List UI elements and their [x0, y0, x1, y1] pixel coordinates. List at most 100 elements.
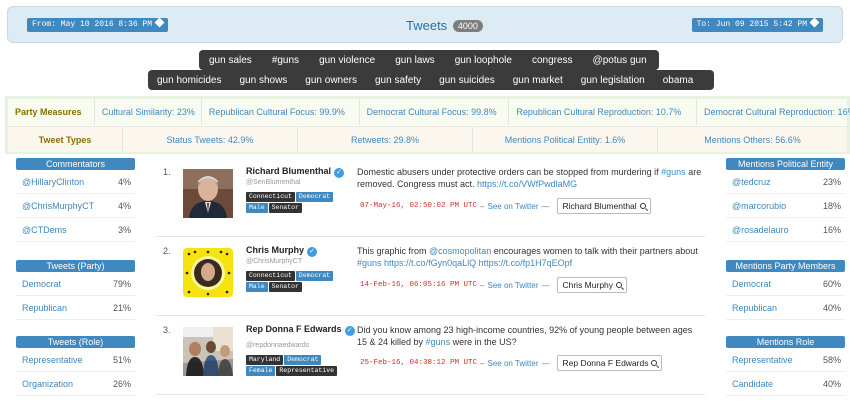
separator: — [541, 201, 550, 211]
user-tag: Connecticut [246, 192, 295, 202]
panel-row-label[interactable]: @rosadelauro [732, 225, 789, 235]
user-name-text[interactable]: Rep Donna F Edwards [246, 324, 342, 334]
panel-row[interactable]: Representative 58% [726, 348, 845, 372]
see-on-twitter-link[interactable]: See on Twitter [487, 359, 538, 368]
panel-row-label[interactable]: @tedcruz [732, 177, 771, 187]
panel-row[interactable]: @HillaryClinton 4% [16, 170, 135, 194]
tweet-text: Domestic abusers under protective orders… [357, 166, 702, 190]
see-on-twitter-link[interactable]: See on Twitter [487, 281, 538, 290]
search-user-label: Chris Murphy [562, 280, 614, 290]
keyword-chip[interactable]: gun loophole [445, 55, 522, 66]
page-title: Tweets 4000 [406, 18, 483, 33]
keyword-chip[interactable]: gun homicides [148, 75, 230, 86]
user-tag: Representative [276, 366, 338, 376]
avatar[interactable] [183, 248, 233, 297]
tweet-date: 07-May-16, 02:50:02 PM UTC [360, 202, 478, 210]
panel-row-label[interactable]: @ChrisMurphyCT [22, 201, 94, 211]
party-measure-item: Republican Cultural Focus: 99.9% [202, 99, 360, 125]
panel-row-label[interactable]: Democrat [732, 279, 771, 289]
user-tags: Connecticut Democrat Male Senator [246, 192, 346, 213]
tweet-text-segment: Domestic abusers under protective orders… [357, 167, 662, 177]
to-date-tag[interactable]: To: Jun 09 2015 5:42 PM [691, 17, 823, 32]
panel-row-label[interactable]: Candidate [732, 379, 773, 389]
panel-row[interactable]: Democrat 79% [16, 272, 135, 296]
tweet-date: 14-Feb-16, 06:05:16 PM UTC [360, 281, 478, 289]
search-user-button[interactable]: Chris Murphy [557, 277, 628, 293]
user-name-text[interactable]: Richard Blumenthal [246, 166, 331, 176]
search-user-button[interactable]: Richard Blumenthal [557, 198, 651, 214]
tweet-types-row: Tweet Types Status Tweets: 42.9% Retweets:… [8, 126, 847, 152]
panel-row[interactable]: @tedcruz 23% [726, 170, 845, 194]
to-date-label: To: Jun 09 2015 5:42 PM [696, 20, 807, 29]
tweet-text-segment: Did you know among 23 high-income countr… [357, 325, 693, 347]
panel-row[interactable]: Representative 51% [16, 348, 135, 372]
panel-row-value: 3% [117, 224, 131, 235]
panel-title: Commentators [16, 158, 135, 170]
stats-panel: Commentators @HillaryClinton 4% @ChrisMurph… [16, 158, 135, 242]
panel-row[interactable]: Republican 21% [16, 296, 135, 320]
tweet-meta: 14-Feb-16, 06:05:16 PM UTC – See on Twitte… [360, 277, 628, 293]
tweet-item: 1. Richard Blumenthal ✓ @SenBlumenthal Conne… [157, 159, 705, 237]
panel-row[interactable]: @marcorubio 18% [726, 194, 845, 218]
tweet-link[interactable]: https://t.co/fGyn0qaLlQ [384, 258, 476, 268]
keyword-chip[interactable]: gun shows [230, 75, 296, 86]
tweet-link[interactable]: #guns [357, 258, 382, 268]
panel-row-label[interactable]: @HillaryClinton [22, 177, 84, 187]
tweet-text: Did you know among 23 high-income countr… [357, 324, 702, 348]
panel-row[interactable]: Organization 26% [16, 372, 135, 396]
panel-row-value: 51% [112, 354, 131, 365]
user-tag: Senator [268, 203, 302, 213]
avatar[interactable] [183, 169, 233, 218]
panel-row-label[interactable]: @CTDems [22, 225, 67, 235]
keyword-chip[interactable]: gun violence [309, 55, 385, 66]
panel-row-label[interactable]: Republican [732, 303, 777, 313]
keyword-chip[interactable]: obama [654, 75, 703, 86]
tweet-link[interactable]: #guns [661, 167, 686, 177]
from-date-tag[interactable]: From: May 10 2016 8:36 PM [27, 17, 169, 32]
panel-row[interactable]: @ChrisMurphyCT 4% [16, 194, 135, 218]
separator: — [541, 280, 550, 290]
panel-row[interactable]: Democrat 60% [726, 272, 845, 296]
tweet-link[interactable]: https://t.co/fp1H7qEOpf [479, 258, 573, 268]
panel-row[interactable]: @CTDems 3% [16, 218, 135, 242]
party-measures-row: Party Measures Cultural Similarity: 23% Re… [8, 99, 850, 125]
panel-row-label[interactable]: Democrat [22, 279, 61, 289]
keyword-chip[interactable]: gun safety [366, 75, 430, 86]
verified-icon: ✓ [307, 247, 318, 257]
panel-row-label[interactable]: Representative [22, 355, 83, 365]
avatar[interactable] [183, 327, 233, 376]
panel-row[interactable]: Republican 40% [726, 296, 845, 320]
keyword-chip[interactable]: gun laws [385, 55, 444, 66]
panel-row[interactable]: Candidate 40% [726, 372, 845, 396]
keyword-chip[interactable]: gun owners [296, 75, 366, 86]
keyword-chip[interactable]: gun suicides [430, 75, 504, 86]
panel-row-label[interactable]: Republican [22, 303, 67, 313]
tweet-link[interactable]: @cosmopolitan [429, 246, 491, 256]
user-name[interactable]: Chris Murphy ✓ [246, 245, 318, 257]
user-name-text[interactable]: Chris Murphy [246, 245, 304, 255]
tweet-link[interactable]: https://t.co/VWfPwdlaMG [477, 179, 577, 189]
title-text: Tweets [406, 18, 448, 33]
panel-row-label[interactable]: @marcorubio [732, 201, 786, 211]
see-on-twitter-link[interactable]: See on Twitter [487, 202, 538, 211]
party-measure-item: Republican Cultural Reproduction: 10.7% [509, 99, 697, 125]
panel-row-value: 40% [822, 378, 841, 389]
keyword-chip[interactable]: congress [522, 55, 583, 66]
search-user-button[interactable]: Rep Donna F Edwards [557, 355, 663, 371]
verified-icon: ✓ [344, 326, 355, 336]
user-tags: Maryland Democrat Female Representative [246, 355, 346, 376]
keyword-chip[interactable]: gun market [504, 75, 572, 86]
user-name[interactable]: Rep Donna F Edwards ✓ [246, 324, 355, 336]
keyword-chip[interactable]: gun legislation [572, 75, 654, 86]
panel-row-label[interactable]: Representative [732, 355, 793, 365]
keyword-chip[interactable]: @potus gun [583, 55, 657, 66]
user-tag: Senator [268, 282, 302, 292]
tweet-link[interactable]: #guns [426, 337, 451, 347]
party-measure-item: Cultural Similarity: 23% [95, 99, 202, 125]
panel-row[interactable]: @rosadelauro 16% [726, 218, 845, 242]
keyword-chip[interactable]: #guns [262, 55, 309, 66]
keyword-chip[interactable]: gun sales [199, 55, 262, 66]
panel-row-label[interactable]: Organization [22, 379, 73, 389]
panel-row-value: 60% [822, 278, 841, 289]
user-name[interactable]: Richard Blumenthal ✓ [246, 166, 345, 178]
